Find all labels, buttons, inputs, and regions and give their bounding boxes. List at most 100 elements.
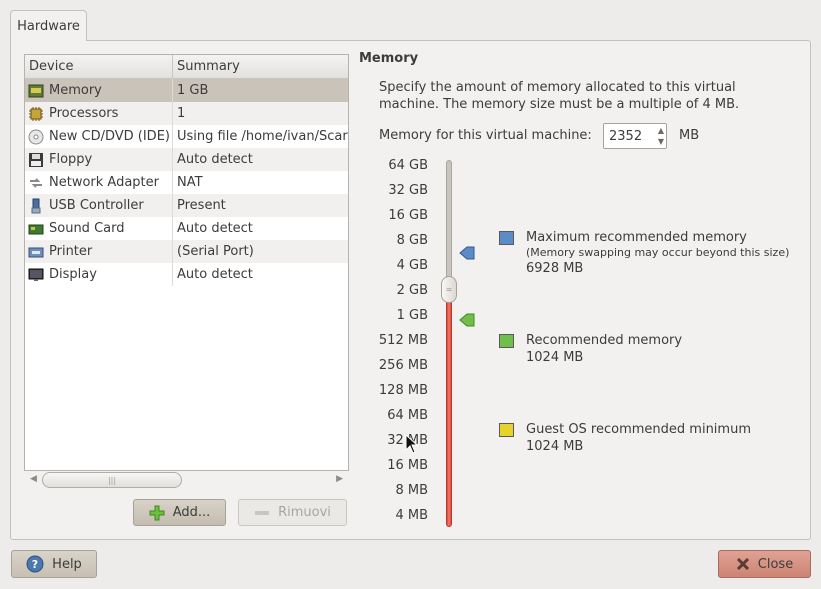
scale-tick-label: 16 MB (387, 458, 428, 473)
device-row-network-adapter[interactable]: Network Adapter NAT (25, 171, 348, 194)
tab-hardware[interactable]: Hardware (10, 10, 87, 41)
device-row-display[interactable]: Display Auto detect (25, 263, 348, 286)
scale-tick-label: 128 MB (378, 383, 428, 398)
device-row-printer[interactable]: Printer (Serial Port) (25, 240, 348, 263)
device-summary: Auto detect (177, 152, 253, 167)
device-name: USB Controller (49, 198, 144, 213)
spin-arrows[interactable]: ▲ ▼ (658, 125, 664, 147)
device-name: Display (49, 267, 97, 282)
device-row-usb-controller[interactable]: USB Controller Present (25, 194, 348, 217)
memory-section-title: Memory (359, 51, 419, 66)
scroll-right-icon[interactable]: ▶ (336, 474, 343, 484)
close-icon (736, 557, 749, 571)
device-list[interactable]: Device Summary Memory 1 GB Processors 1 New … (24, 54, 349, 471)
device-list-header: Device Summary (25, 55, 348, 79)
spin-down-icon[interactable]: ▼ (658, 136, 664, 147)
scale-tick-label: 32 GB (388, 183, 428, 198)
scale-tick-label: 4 GB (396, 258, 428, 273)
memory-unit: MB (679, 128, 700, 143)
scale-tick-label: 512 MB (378, 333, 428, 348)
minus-icon (255, 510, 270, 515)
memory-field-label: Memory for this virtual machine: (379, 128, 592, 143)
device-list-hscrollbar[interactable]: ◀ ||| ▶ (24, 471, 349, 489)
remove-device-button[interactable]: Rimuovi (238, 499, 347, 526)
memory-value: 2352 (609, 128, 643, 144)
device-summary: 1 (177, 106, 186, 121)
help-button[interactable]: ? Help (11, 550, 97, 578)
device-row-sound-card[interactable]: Sound Card Auto detect (25, 217, 348, 240)
memory-slider-handle[interactable]: = (441, 276, 457, 303)
device-row-memory[interactable]: Memory 1 GB (25, 79, 348, 102)
device-name: Sound Card (49, 221, 125, 236)
scale-tick-label: 64 GB (388, 158, 428, 173)
recommended-value: 1024 MB (526, 350, 584, 365)
device-row-processors[interactable]: Processors 1 (25, 102, 348, 125)
device-name: Memory (49, 83, 102, 98)
max-recommended-marker-icon (459, 246, 475, 260)
max-note: (Memory swapping may occur beyond this s… (526, 246, 790, 259)
spin-up-icon[interactable]: ▲ (658, 125, 664, 136)
column-header-summary[interactable]: Summary (173, 55, 348, 78)
legend-minimum: Guest OS recommended minimum 1024 MB (499, 421, 751, 455)
recommended-swatch (499, 334, 514, 348)
device-name: New CD/DVD (IDE) (49, 129, 170, 144)
display-icon (28, 267, 44, 283)
device-summary: Auto detect (177, 221, 253, 236)
recommended-title: Recommended memory (526, 333, 683, 348)
device-summary: Present (177, 198, 226, 213)
usb-icon (28, 198, 44, 214)
scale-tick-label: 8 GB (396, 233, 428, 248)
device-summary: 1 GB (177, 83, 209, 98)
max-title: Maximum recommended memory (526, 230, 747, 245)
network-icon (28, 175, 44, 191)
floppy-icon (28, 152, 44, 168)
device-name: Printer (49, 244, 93, 259)
processor-icon (28, 106, 44, 122)
device-summary: Using file /home/ivan/Scar (177, 129, 348, 144)
legend-recommended: Recommended memory 1024 MB (499, 332, 682, 366)
soundcard-icon (28, 221, 44, 237)
memory-description: Specify the amount of memory allocated t… (379, 80, 740, 112)
scale-tick-label: 1 GB (396, 308, 428, 323)
scroll-left-icon[interactable]: ◀ (30, 474, 37, 484)
mouse-cursor-icon (405, 434, 419, 454)
device-name: Processors (49, 106, 119, 121)
add-device-button[interactable]: Add... (133, 499, 226, 526)
printer-icon (28, 244, 44, 260)
max-swatch (499, 231, 514, 245)
memory-slider-fill[interactable] (446, 290, 452, 527)
memory-slider-trough[interactable] (446, 160, 452, 290)
minimum-value: 1024 MB (526, 439, 584, 454)
column-header-device[interactable]: Device (25, 55, 173, 78)
close-button[interactable]: Close (718, 550, 811, 578)
svg-text:?: ? (32, 558, 38, 571)
device-name: Floppy (49, 152, 93, 167)
tab-hardware-label: Hardware (17, 18, 80, 34)
help-icon: ? (26, 555, 44, 573)
help-label: Help (52, 556, 82, 572)
device-name: Network Adapter (49, 175, 159, 190)
cdrom-icon (28, 129, 44, 145)
scale-tick-label: 64 MB (387, 408, 428, 423)
plus-icon (149, 505, 165, 520)
hscroll-thumb[interactable]: ||| (42, 472, 182, 488)
remove-device-label: Rimuovi (278, 505, 331, 520)
scale-tick-label: 256 MB (378, 358, 428, 373)
device-summary: (Serial Port) (177, 244, 254, 259)
device-summary: Auto detect (177, 267, 253, 282)
legend-max-recommended: Maximum recommended memory (Memory swapp… (499, 229, 789, 277)
memory-icon (28, 83, 44, 99)
scale-tick-label: 2 GB (396, 283, 428, 298)
minimum-swatch (499, 423, 514, 437)
minimum-title: Guest OS recommended minimum (526, 422, 751, 437)
recommended-marker-icon (459, 313, 475, 327)
scale-tick-label: 4 MB (395, 508, 428, 523)
add-device-label: Add... (172, 505, 211, 520)
close-label: Close (757, 556, 794, 572)
memory-spinbox[interactable]: 2352 ▲ ▼ (603, 123, 667, 149)
device-row-floppy[interactable]: Floppy Auto detect (25, 148, 348, 171)
scale-tick-label: 8 MB (395, 483, 428, 498)
device-rows: Memory 1 GB Processors 1 New CD/DVD (IDE) Usi… (25, 79, 348, 286)
max-value: 6928 MB (526, 261, 584, 276)
device-row-new-cd-dvd-ide[interactable]: New CD/DVD (IDE) Using file /home/ivan/Sc… (25, 125, 348, 148)
